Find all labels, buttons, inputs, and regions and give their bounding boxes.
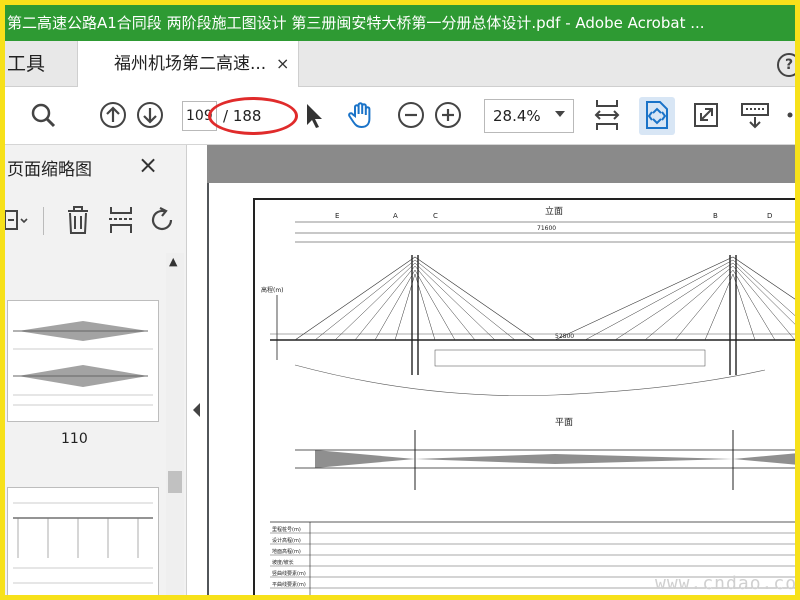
page-thumbnails-panel: 页面缩略图 × 110 ▲ [5, 145, 187, 595]
axis-mark-d: D [767, 212, 772, 220]
plus-circle-icon [435, 102, 461, 128]
thumbnail-tools [5, 203, 187, 239]
thumbnail-111-drawing [13, 502, 153, 584]
red-circle-annotation [208, 97, 298, 135]
thumbnail-page-111[interactable] [7, 487, 159, 595]
plan-title: 平面 [555, 417, 573, 428]
axis-mark-a: A [393, 212, 398, 220]
tab-document[interactable]: 福州机场第二高速... × [77, 41, 299, 87]
axis-mark-c: C [433, 212, 438, 220]
select-tool-button[interactable] [299, 99, 327, 131]
expand-icon [694, 103, 718, 127]
window-title: 第二高速公路A1合同段 两阶段施工图设计 第三册闽安特大桥第一分册总体设计.pd… [5, 5, 795, 41]
acrobat-window: 第二高速公路A1合同段 两阶段施工图设计 第三册闽安特大桥第一分册总体设计.pd… [0, 0, 800, 600]
tab-document-label: 福州机场第二高速... [114, 54, 267, 74]
keyboard-icon [741, 103, 769, 129]
elevation-axis-label: 高程(m) [261, 286, 284, 294]
thumbnail-page-label: 110 [61, 431, 88, 447]
page-options-icon[interactable] [5, 207, 31, 235]
fit-page-button[interactable] [641, 99, 673, 131]
more-tools-button[interactable] [783, 99, 795, 131]
document-page: 立面 71600 E A C B D 高程(m) 52800 平面 里程桩号(m… [209, 183, 795, 595]
search-button[interactable] [27, 99, 59, 131]
span-total-label: 71600 [537, 225, 556, 232]
table-row-label: 竖曲线要素(m) [272, 570, 306, 577]
table-row-label: 坡度/坡长 [272, 559, 294, 566]
watermark: www.cndao.com [655, 573, 800, 594]
tab-bar: 工具 福州机场第二高速... × ? [5, 41, 795, 87]
help-icon[interactable]: ? [777, 53, 795, 77]
document-viewport[interactable]: 立面 71600 E A C B D 高程(m) 52800 平面 里程桩号(m… [207, 145, 795, 595]
extract-page-icon[interactable] [107, 205, 135, 235]
elevation-title: 立面 [545, 205, 563, 217]
trash-icon[interactable] [65, 205, 91, 235]
tab-close-button[interactable]: × [276, 41, 289, 87]
thumbnail-page-110[interactable] [7, 300, 159, 422]
thumbnail-scrollbar[interactable]: ▲ [166, 253, 184, 595]
scrollbar-thumb[interactable] [168, 471, 182, 493]
chevron-down-icon [555, 111, 565, 117]
arrow-down-circle-icon [137, 102, 163, 128]
main-toolbar: 109 / 188 28.4% [5, 87, 795, 145]
rotate-icon[interactable] [149, 205, 177, 235]
toolbar-divider [43, 207, 44, 235]
thumbnail-110-drawing [13, 321, 153, 406]
full-screen-button[interactable] [690, 99, 722, 131]
more-dots-icon [787, 112, 793, 118]
bridge-drawing-svg: 立面 71600 E A C B D 高程(m) 52800 平面 里程桩号(m… [261, 205, 795, 595]
cursor-arrow-icon [307, 104, 322, 128]
close-panel-button[interactable]: × [138, 151, 158, 179]
scroll-up-icon[interactable]: ▲ [169, 255, 177, 268]
zoom-out-button[interactable] [395, 99, 427, 131]
table-row-label: 里程桩号(m) [272, 526, 301, 533]
axis-mark-b: B [713, 212, 718, 220]
arrow-up-circle-icon [100, 102, 126, 128]
thumbnails-panel-title: 页面缩略图 [7, 160, 92, 180]
document-gutter [207, 145, 795, 183]
table-row-label: 设计高程(m) [272, 537, 301, 544]
table-row-label: 平曲线要素(m) [272, 581, 306, 588]
bridge-drawing: 立面 71600 E A C B D 高程(m) 52800 平面 里程桩号(m… [253, 198, 795, 595]
hand-tool-button[interactable] [343, 99, 379, 131]
previous-page-button[interactable] [97, 99, 129, 131]
thumbnail-list[interactable]: 110 [5, 255, 165, 595]
zoom-in-button[interactable] [432, 99, 464, 131]
table-row-label: 地面高程(m) [272, 548, 301, 555]
hand-icon [348, 102, 371, 129]
search-icon [31, 103, 56, 128]
axis-mark-e: E [335, 212, 339, 220]
scroll-mode-button[interactable] [591, 99, 623, 131]
tab-tools[interactable]: 工具 [5, 41, 75, 87]
main-span-label: 52800 [555, 333, 574, 340]
collapse-panel-arrow-icon[interactable] [193, 403, 200, 417]
minus-circle-icon [398, 102, 424, 128]
next-page-button[interactable] [134, 99, 166, 131]
keyboard-tool-button[interactable] [738, 99, 772, 131]
fit-page-icon [646, 101, 668, 129]
page-scroll-icon [594, 100, 620, 130]
